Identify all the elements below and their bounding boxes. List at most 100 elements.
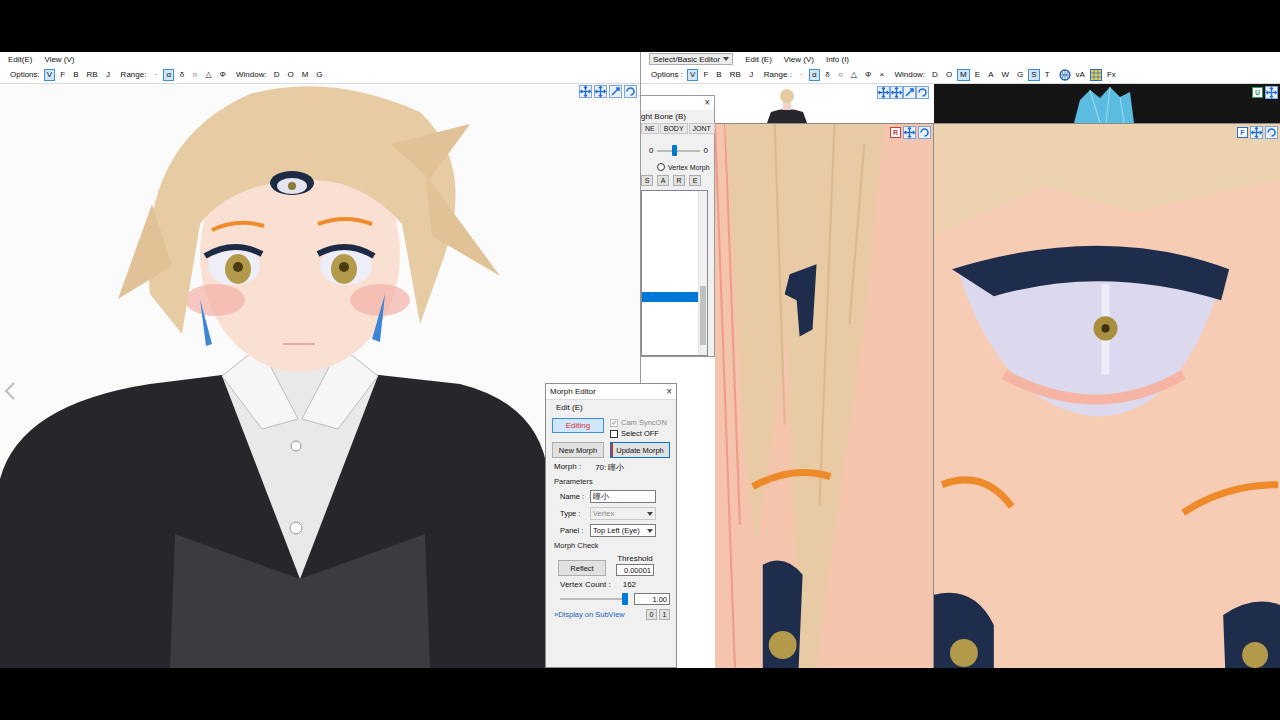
rotate-icon[interactable] — [918, 126, 931, 139]
list-row[interactable] — [642, 252, 698, 262]
list-row[interactable] — [642, 222, 698, 232]
move-icon[interactable] — [579, 85, 592, 98]
move-icon[interactable] — [877, 86, 890, 99]
window-toggle[interactable]: O — [943, 69, 955, 81]
slider-track[interactable] — [657, 150, 699, 152]
tab[interactable]: BODY — [660, 123, 688, 134]
option-toggle[interactable]: F — [57, 69, 68, 81]
window-toggle[interactable]: E — [972, 69, 983, 81]
move-icon[interactable] — [1265, 86, 1278, 99]
option-toggle[interactable]: V — [44, 69, 55, 81]
option-toggle[interactable]: B — [70, 69, 81, 81]
view-tag[interactable]: F — [1237, 127, 1248, 138]
chevron-left-icon[interactable] — [4, 382, 16, 400]
subview-button[interactable]: 1 — [659, 609, 670, 620]
window-toggle[interactable]: A — [985, 69, 996, 81]
rotate-icon[interactable] — [916, 86, 929, 99]
radio-button[interactable] — [657, 163, 665, 171]
list-row[interactable] — [642, 302, 698, 312]
move-icon[interactable] — [1250, 126, 1263, 139]
slider-value-field[interactable]: 1.00 — [634, 593, 670, 605]
window-toggle[interactable]: G — [1014, 69, 1026, 81]
range-toggle[interactable]: Φ — [217, 69, 229, 81]
top-view[interactable]: U — [934, 84, 1280, 123]
range-toggle[interactable]: ○ — [835, 69, 846, 81]
slider-thumb[interactable] — [672, 145, 677, 156]
range-toggle[interactable]: α — [163, 69, 174, 81]
front-view[interactable]: F — [934, 124, 1280, 668]
option-toggle[interactable]: B — [713, 69, 724, 81]
editing-button[interactable]: Editing — [552, 418, 604, 433]
extra-toggle[interactable]: vA — [1073, 69, 1088, 81]
range-toggle[interactable]: △ — [848, 69, 860, 81]
list-row[interactable] — [642, 212, 698, 222]
option-toggle[interactable]: F — [700, 69, 711, 81]
close-button[interactable]: × — [666, 387, 672, 397]
menu-item[interactable]: Edit (E) — [556, 403, 583, 412]
move-icon[interactable] — [903, 126, 916, 139]
rotate-icon[interactable] — [1265, 126, 1278, 139]
range-toggle[interactable]: δ — [822, 69, 833, 81]
option-toggle[interactable]: RB — [83, 69, 100, 81]
window-toggle[interactable]: S — [1028, 69, 1039, 81]
view-tag[interactable]: R — [890, 127, 901, 138]
scrollbar-thumb[interactable] — [700, 286, 706, 345]
range-toggle[interactable]: α — [809, 69, 820, 81]
small-button[interactable]: A — [657, 175, 669, 186]
list-row[interactable] — [642, 202, 698, 212]
range-toggle[interactable]: · — [150, 69, 161, 81]
window-toggle[interactable]: D — [929, 69, 941, 81]
window-toggle[interactable]: T — [1042, 69, 1053, 81]
window-toggle[interactable]: M — [299, 69, 312, 81]
window-toggle[interactable]: D — [271, 69, 283, 81]
menu-item[interactable]: Edit (E) — [745, 55, 772, 64]
list-row[interactable] — [642, 272, 698, 282]
range-toggle[interactable]: δ — [176, 69, 187, 81]
tab[interactable]: NE — [641, 123, 659, 134]
list-row[interactable] — [642, 282, 698, 292]
window-toggle[interactable]: G — [313, 69, 325, 81]
list-row[interactable] — [642, 242, 698, 252]
select-field[interactable]: Top Left (Eye) — [590, 524, 656, 537]
subview-link[interactable]: »Display on SubView — [554, 610, 625, 619]
menu-item[interactable]: View (V) — [784, 55, 814, 64]
range-toggle[interactable]: × — [876, 69, 887, 81]
window-toggle[interactable]: W — [998, 69, 1012, 81]
list-row[interactable] — [642, 262, 698, 272]
range-toggle[interactable]: ○ — [189, 69, 200, 81]
range-toggle[interactable]: △ — [202, 69, 214, 81]
model-render[interactable] — [0, 84, 640, 668]
range-toggle[interactable]: · — [796, 69, 807, 81]
list-row[interactable] — [642, 192, 698, 202]
window-toggle[interactable]: M — [957, 69, 970, 81]
list-box[interactable] — [641, 190, 708, 356]
close-button[interactable]: × — [704, 98, 710, 108]
viewport[interactable] — [0, 84, 640, 668]
move-icon[interactable] — [594, 85, 607, 98]
radio-option[interactable]: Vertex Morph — [641, 159, 714, 171]
preview-view[interactable] — [715, 84, 871, 123]
option-toggle[interactable]: J — [103, 69, 114, 81]
scrollbar[interactable] — [698, 191, 707, 355]
view-tag[interactable]: U — [1252, 87, 1263, 98]
option-toggle[interactable]: V — [687, 69, 698, 81]
editor-mode-dropdown[interactable]: Select/Basic Editor — [649, 53, 733, 65]
checkbox-option[interactable]: Select OFF — [610, 429, 667, 438]
range-toggle[interactable]: Φ — [862, 69, 874, 81]
subview-button[interactable]: 0 — [646, 609, 657, 620]
rotate-icon[interactable] — [624, 85, 637, 98]
grid-icon[interactable] — [1090, 69, 1102, 81]
window-toggle[interactable]: O — [284, 69, 296, 81]
menu-item[interactable]: View (V) — [44, 55, 74, 64]
checkbox[interactable] — [610, 430, 618, 438]
extra-toggle[interactable]: Fx — [1104, 69, 1119, 81]
slider-track[interactable] — [560, 598, 628, 600]
reflect-button[interactable]: Reflect — [558, 560, 606, 576]
option-toggle[interactable]: J — [746, 69, 757, 81]
small-button[interactable]: R — [673, 175, 685, 186]
side-view[interactable]: R — [715, 124, 934, 668]
morph-button[interactable]: Update Morph — [610, 442, 670, 458]
text-field[interactable]: 瞳小 — [590, 490, 656, 503]
tab[interactable]: JONT — [689, 123, 715, 134]
globe-icon[interactable] — [1059, 69, 1071, 81]
